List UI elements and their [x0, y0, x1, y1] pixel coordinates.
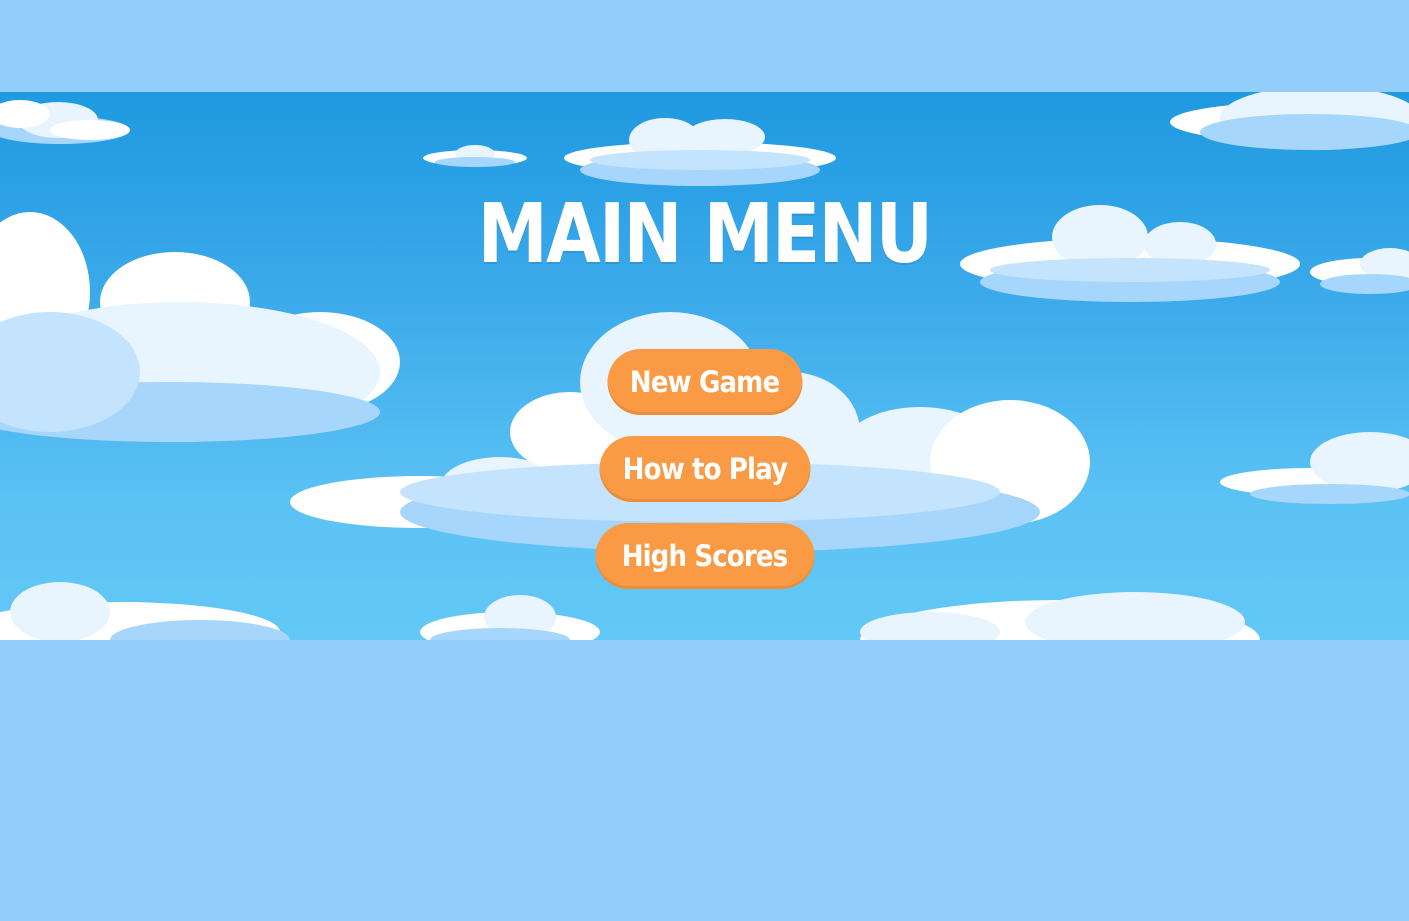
how-to-play-label: How to Play: [622, 452, 787, 486]
menu-button-group: New Game How to Play High Scores: [0, 349, 1409, 594]
main-menu-title: MAIN MENU: [477, 187, 933, 282]
cloud: [1310, 248, 1409, 294]
game-canvas: MAIN MENU New Game How to Play High Scor…: [0, 92, 1409, 640]
high-scores-label: High Scores: [621, 539, 788, 573]
cloud: [0, 100, 130, 144]
high-scores-button[interactable]: High Scores: [595, 523, 814, 589]
new-game-label: New Game: [629, 365, 780, 399]
cloud: [420, 595, 600, 640]
cloud: [423, 145, 527, 167]
how-to-play-button[interactable]: How to Play: [599, 436, 810, 502]
cloud: [564, 118, 836, 186]
page: MAIN MENU New Game How to Play High Scor…: [0, 0, 1409, 921]
cloud: [860, 592, 1260, 640]
cloud: [1170, 92, 1409, 150]
new-game-button[interactable]: New Game: [607, 349, 802, 415]
